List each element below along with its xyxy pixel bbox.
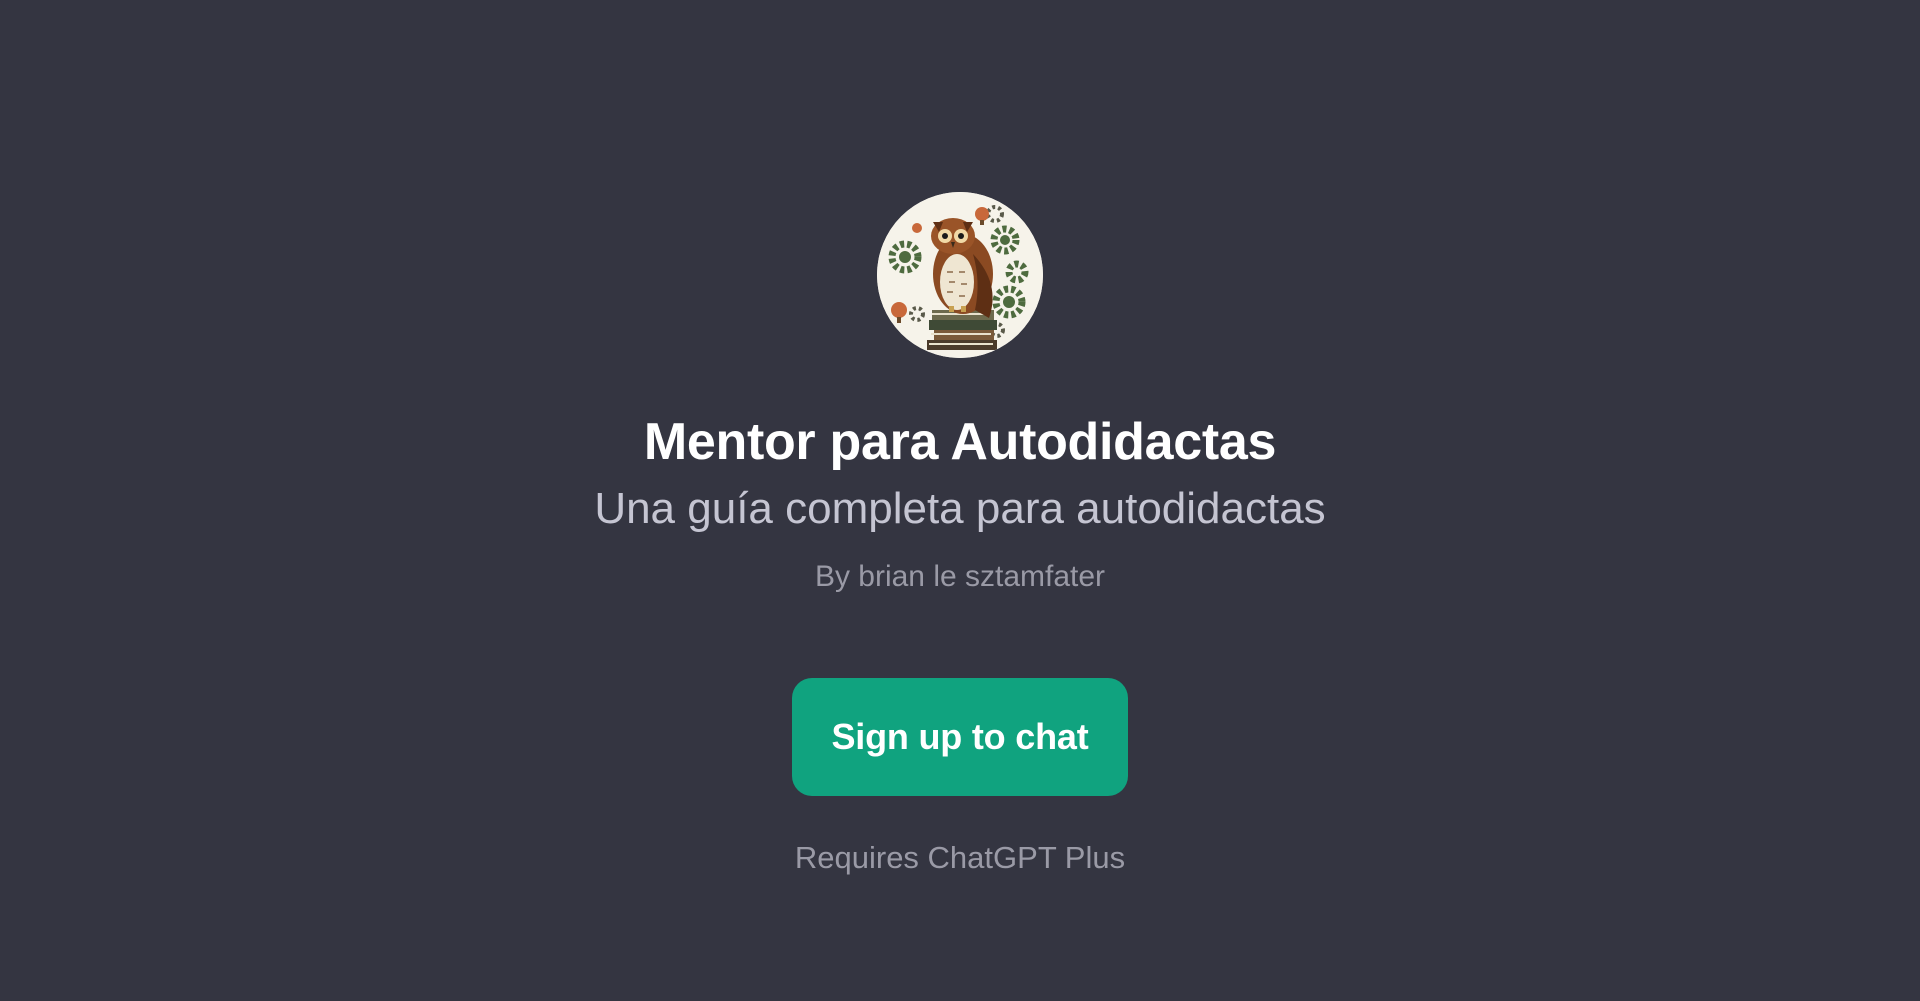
sign-up-to-chat-button[interactable]: Sign up to chat [792,678,1128,796]
gpt-title: Mentor para Autodidactas [643,413,1277,471]
gpt-author: By brian le sztamfater [814,560,1106,593]
gpt-description: Una guía completa para autodidactas [594,484,1326,533]
gpt-avatar [877,192,1043,358]
gpt-landing-page: Mentor para Autodidactas Una guía comple… [0,0,1920,1001]
plan-requirement-note: Requires ChatGPT Plus [794,840,1126,875]
owl-icon [877,192,1043,358]
